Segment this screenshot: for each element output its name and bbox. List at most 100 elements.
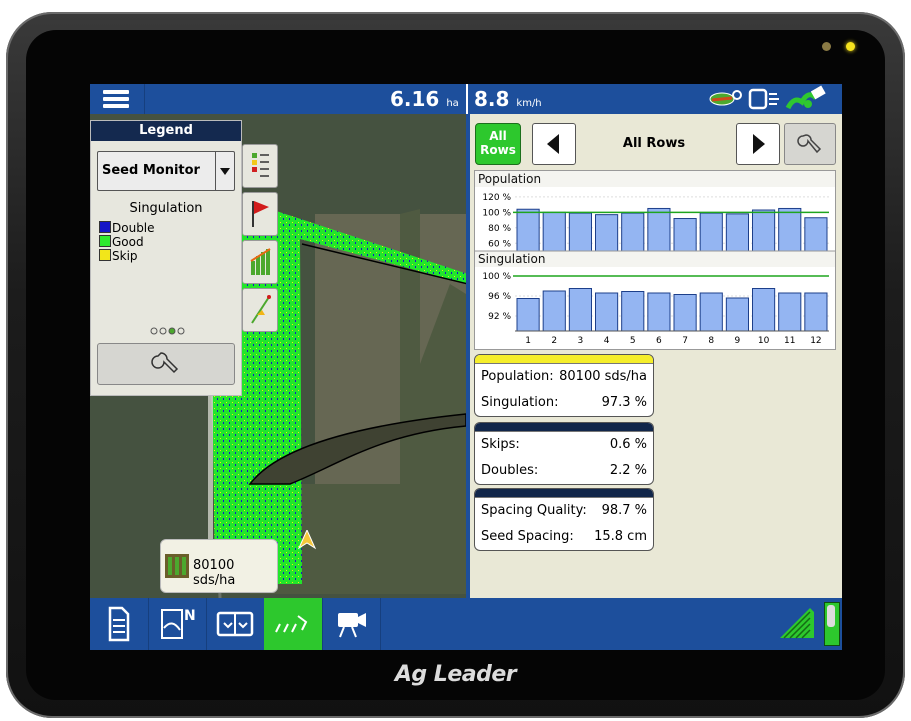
bar-row-6 xyxy=(647,207,671,252)
bar-row-8 xyxy=(699,212,723,252)
split-view-button[interactable] xyxy=(206,598,265,650)
bar-chart-icon xyxy=(250,248,271,275)
documents-button[interactable] xyxy=(90,598,149,650)
chevron-left-icon xyxy=(547,134,559,154)
area-unit: ha xyxy=(446,98,459,109)
legend-settings-button[interactable] xyxy=(97,343,235,385)
flag-icon xyxy=(252,201,269,227)
layers-icon xyxy=(780,608,814,639)
bar-row-11 xyxy=(778,292,802,332)
chevron-down-icon xyxy=(215,152,234,190)
prev-row-button[interactable] xyxy=(532,123,576,165)
card-header xyxy=(475,355,653,364)
status-led xyxy=(822,42,831,51)
seed-monitor-button[interactable] xyxy=(264,598,323,650)
vehicle-marker-icon xyxy=(298,530,316,550)
wrench-icon xyxy=(151,352,179,374)
bar-row-11 xyxy=(778,207,802,252)
field-north-icon: N xyxy=(161,608,196,639)
menu-button[interactable] xyxy=(90,84,145,114)
card-row-label: Spacing Quality: xyxy=(481,503,587,518)
legend-item-label: Double xyxy=(112,221,155,235)
x-tick-label: 6 xyxy=(656,336,662,346)
card-row-label: Doubles: xyxy=(481,463,539,478)
card-row: Skips: 0.6 % xyxy=(475,432,653,458)
top-divider xyxy=(466,84,468,114)
bar-row-9 xyxy=(725,213,749,252)
bar-row-4 xyxy=(595,292,619,332)
field-map[interactable]: Legend Seed Monitor Singulation Double Go… xyxy=(90,114,469,599)
status-icons-svg xyxy=(709,85,826,110)
x-tick-label: 11 xyxy=(784,336,795,346)
switch-knob xyxy=(827,605,835,627)
guidance-button[interactable] xyxy=(242,288,278,332)
bar-row-3 xyxy=(568,212,593,252)
card-row-label: Singulation: xyxy=(481,395,559,410)
current-row-label: All Rows xyxy=(622,136,686,151)
metric-card[interactable]: Spacing Quality: 98.7 % Seed Spacing: 15.8 … xyxy=(474,488,654,551)
card-header xyxy=(475,489,653,498)
all-rows-button-label: All Rows xyxy=(480,129,516,157)
y-tick-label: 96 % xyxy=(488,292,511,302)
x-tick-label: 3 xyxy=(578,336,584,346)
status-icons[interactable] xyxy=(702,84,842,114)
card-row: Spacing Quality: 98.7 % xyxy=(475,498,653,524)
card-row: Singulation: 97.3 % xyxy=(475,390,653,416)
layer-select-value: Seed Monitor xyxy=(102,163,200,178)
bar-row-7 xyxy=(673,294,697,332)
bar-row-4 xyxy=(595,214,619,252)
card-row: Doubles: 2.2 % xyxy=(475,458,653,484)
seed-monitor-panel: All Rows All Rows Population 120 % 100 % 8 0… xyxy=(470,114,842,598)
bar-row-2 xyxy=(542,290,566,332)
camera-button[interactable] xyxy=(322,598,381,650)
bar-row-1 xyxy=(516,208,540,252)
rate-badge[interactable]: 80100 sds/ha xyxy=(160,539,278,593)
card-row-value: 97.3 % xyxy=(601,395,647,410)
card-row: Seed Spacing: 15.8 cm xyxy=(475,524,653,550)
chevron-right-icon xyxy=(753,134,765,154)
chart-button[interactable] xyxy=(242,240,278,284)
x-tick-label: 10 xyxy=(758,336,770,346)
y-tick-label: 120 % xyxy=(482,193,511,203)
camera-icon xyxy=(338,613,366,638)
map-layers-button[interactable] xyxy=(776,604,818,644)
machine-icon xyxy=(709,90,742,106)
display-connection-icon xyxy=(748,88,779,110)
row-settings-button[interactable] xyxy=(784,123,836,165)
field-map-button[interactable]: N xyxy=(148,598,207,650)
card-row-label: Skips: xyxy=(481,437,520,452)
x-tick-label: 12 xyxy=(810,336,821,346)
bar-row-1 xyxy=(516,298,540,332)
guidance-line-icon xyxy=(251,295,271,324)
bar-row-8 xyxy=(699,292,723,332)
metric-card[interactable]: Skips: 0.6 % Doubles: 2.2 % xyxy=(474,422,654,485)
card-row-value: 0.6 % xyxy=(609,437,647,452)
legend-swatch xyxy=(99,235,111,247)
flag-button[interactable] xyxy=(242,192,278,236)
bar-row-9 xyxy=(725,297,749,332)
chart-title: Population xyxy=(478,172,541,186)
all-rows-button[interactable]: All Rows xyxy=(475,123,521,165)
layer-select[interactable]: Seed Monitor xyxy=(97,151,235,191)
x-tick-label: 8 xyxy=(708,336,714,346)
bar-row-10 xyxy=(752,288,776,332)
metric-card[interactable]: Population: 80100 sds/ha Singulation: 97.3 … xyxy=(474,354,654,417)
bar-row-2 xyxy=(542,211,566,252)
master-switch-indicator[interactable] xyxy=(824,602,840,646)
menu-icon-line xyxy=(103,97,129,101)
card-row: Population: 80100 sds/ha xyxy=(475,364,653,390)
card-row-value: 98.7 % xyxy=(601,503,647,518)
card-header xyxy=(475,423,653,432)
bar-row-12 xyxy=(804,217,828,252)
bar-row-7 xyxy=(673,218,697,252)
area-readout: 6.16 ha xyxy=(390,87,459,111)
next-row-button[interactable] xyxy=(736,123,780,165)
split-screen-icon xyxy=(216,611,254,637)
legend-toggle-button[interactable] xyxy=(242,144,278,188)
row-charts: Population 120 % 100 % 80 % 60 % Singulation 1… xyxy=(474,170,836,350)
x-tick-label: 9 xyxy=(735,336,741,346)
y-tick-label: 100 % xyxy=(482,208,511,218)
bottom-toolbar: N xyxy=(90,598,842,650)
rate-badge-value: 80100 sds/ha xyxy=(193,558,236,588)
x-tick-label: 4 xyxy=(604,336,610,346)
